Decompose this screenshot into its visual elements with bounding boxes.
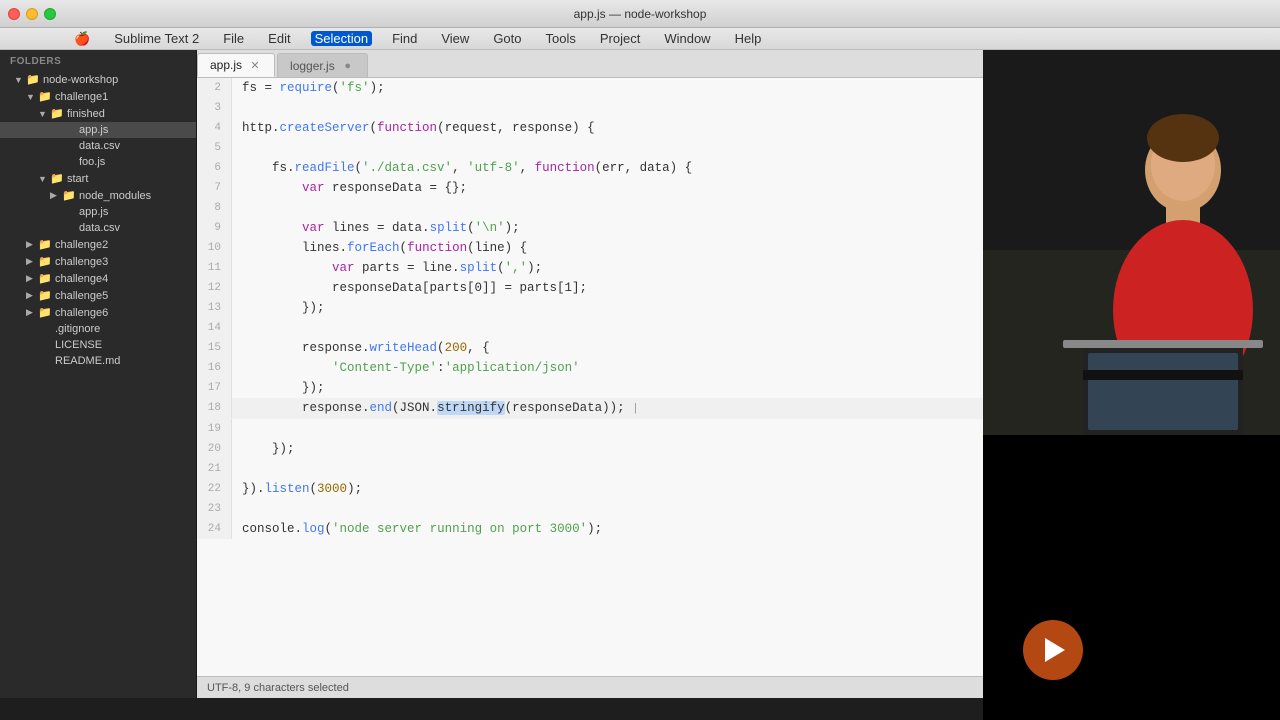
menu-project[interactable]: Project xyxy=(596,31,644,46)
menu-view[interactable]: View xyxy=(437,31,473,46)
sidebar-item-challenge6[interactable]: ▶📁challenge6 xyxy=(0,304,196,321)
statusbar-selection: UTF-8, 9 characters selected xyxy=(207,682,349,694)
sidebar-item-node-workshop[interactable]: ▼📁node-workshop xyxy=(0,71,196,88)
menu-tools[interactable]: Tools xyxy=(542,31,580,46)
video-play-button[interactable] xyxy=(1023,620,1083,680)
menu-find[interactable]: Find xyxy=(388,31,421,46)
sidebar-item-challenge2[interactable]: ▶📁challenge2 xyxy=(0,236,196,253)
menu-apple[interactable]: 🍎 xyxy=(70,31,94,47)
window-controls[interactable] xyxy=(8,8,56,20)
video-bottom-bg xyxy=(983,435,1280,720)
sidebar-item-challenge4[interactable]: ▶📁challenge4 xyxy=(0,270,196,287)
sidebar-item-finished[interactable]: ▼📁finished xyxy=(0,105,196,122)
tab-app-js[interactable]: app.js ✕ xyxy=(197,53,275,77)
menu-selection[interactable]: Selection xyxy=(311,31,372,46)
sidebar-item-license[interactable]: LICENSE xyxy=(0,337,196,353)
sidebar-folders-label: FOLDERS xyxy=(0,50,196,71)
sidebar-item-challenge3[interactable]: ▶📁challenge3 xyxy=(0,253,196,270)
tab-logger-js-label: logger.js xyxy=(290,59,335,73)
close-button[interactable] xyxy=(8,8,20,20)
window-title: app.js — node-workshop xyxy=(574,7,707,21)
sidebar-item-challenge5[interactable]: ▶📁challenge5 xyxy=(0,287,196,304)
menu-edit[interactable]: Edit xyxy=(264,31,294,46)
menu-window[interactable]: Window xyxy=(660,31,714,46)
sidebar-item-data-csv-start[interactable]: data.csv xyxy=(0,220,196,236)
video-content xyxy=(983,50,1280,720)
sidebar-item-foo-js[interactable]: foo.js xyxy=(0,154,196,170)
minimize-button[interactable] xyxy=(26,8,38,20)
sidebar-item-gitignore[interactable]: .gitignore xyxy=(0,321,196,337)
menu-file[interactable]: File xyxy=(219,31,248,46)
sidebar-item-readme[interactable]: README.md xyxy=(0,353,196,369)
tab-app-js-close[interactable]: ✕ xyxy=(248,58,262,72)
person-silhouette xyxy=(983,50,1280,435)
file-sidebar: FOLDERS ▼📁node-workshop ▼📁challenge1 ▼📁f… xyxy=(0,50,197,698)
menu-app[interactable]: Sublime Text 2 xyxy=(110,31,203,46)
sidebar-item-app-js-start[interactable]: app.js xyxy=(0,204,196,220)
fullscreen-button[interactable] xyxy=(44,8,56,20)
tab-app-js-label: app.js xyxy=(210,58,242,72)
sidebar-item-start[interactable]: ▼📁start xyxy=(0,170,196,187)
menu-bar: 🍎 Sublime Text 2 File Edit Selection Fin… xyxy=(0,28,1280,50)
sidebar-item-challenge1[interactable]: ▼📁challenge1 xyxy=(0,88,196,105)
play-icon xyxy=(1045,638,1065,662)
video-panel xyxy=(983,50,1280,720)
tab-logger-js[interactable]: logger.js ● xyxy=(277,53,368,77)
titlebar: app.js — node-workshop xyxy=(0,0,1280,28)
menu-help[interactable]: Help xyxy=(731,31,766,46)
sidebar-item-data-csv-finished[interactable]: data.csv xyxy=(0,138,196,154)
sidebar-item-node-modules[interactable]: ▶📁node_modules xyxy=(0,187,196,204)
menu-goto[interactable]: Goto xyxy=(489,31,525,46)
tab-logger-js-close[interactable]: ● xyxy=(341,59,355,73)
sidebar-item-app-js-finished[interactable]: app.js xyxy=(0,122,196,138)
